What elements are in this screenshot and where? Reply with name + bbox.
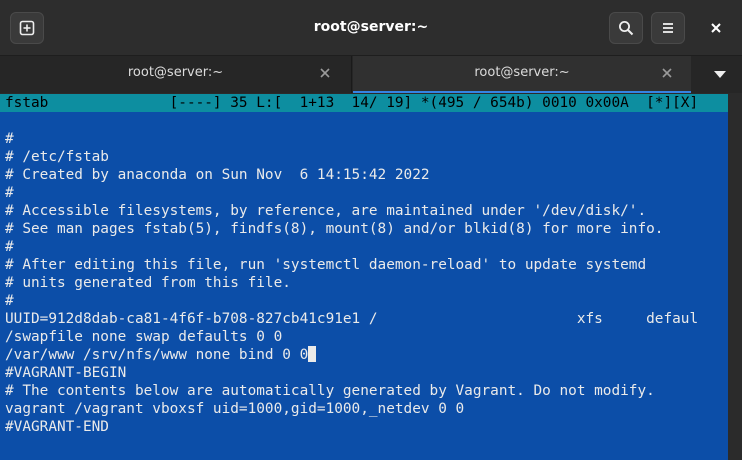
- editor-line: /swapfile none swap defaults 0 0: [5, 329, 283, 345]
- editor-line: # After editing this file, run 'systemct…: [5, 257, 647, 273]
- new-tab-button[interactable]: [10, 12, 44, 44]
- editor-line: # Accessible filesystems, by reference, …: [5, 203, 647, 219]
- close-icon: [320, 68, 330, 78]
- editor-line: #: [5, 239, 14, 255]
- status-text: fstab [----] 35 L:[ 1+13 14/ 19] *(495 /…: [5, 95, 699, 111]
- editor-line: UUID=912d8dab-ca81-4f6f-b708-827cb41c91e…: [5, 311, 699, 327]
- editor-line-text: /var/www /srv/nfs/www none bind 0 0: [5, 347, 309, 363]
- search-button[interactable]: [609, 12, 643, 44]
- tab-close-button[interactable]: [658, 64, 676, 82]
- editor-line-current: /var/www /srv/nfs/www none bind 0 0: [5, 346, 317, 364]
- editor-line: # The contents below are automatically g…: [5, 383, 655, 399]
- tab-bar: root@server:~ root@server:~: [0, 56, 742, 93]
- close-icon: [711, 23, 721, 33]
- editor-line: vagrant /vagrant vboxsf uid=1000,gid=100…: [5, 401, 465, 417]
- terminal-window: root@server:~ root@server:~ root@server:…: [0, 0, 742, 460]
- editor-line: # /etc/fstab: [5, 149, 109, 165]
- close-window-button[interactable]: [699, 12, 733, 44]
- editor-line: # Created by anaconda on Sun Nov 6 14:15…: [5, 167, 430, 183]
- header-bar: root@server:~: [0, 0, 742, 56]
- editor-line: #: [5, 131, 14, 147]
- editor-line: #VAGRANT-END: [5, 419, 109, 435]
- tab-1[interactable]: root@server:~: [0, 56, 352, 93]
- tab-list-menu-button[interactable]: [698, 56, 742, 93]
- tab-label: root@server:~: [127, 65, 224, 80]
- chevron-down-icon: [714, 70, 726, 78]
- search-icon: [619, 21, 634, 36]
- editor-line: #VAGRANT-BEGIN: [5, 365, 127, 381]
- tab-label: root@server:~: [474, 65, 570, 80]
- editor-line: #: [5, 293, 14, 309]
- hamburger-menu-icon: [663, 23, 673, 33]
- terminal-scrollbar[interactable]: [728, 94, 742, 460]
- text-cursor: [308, 346, 317, 362]
- editor-line: #: [5, 185, 14, 201]
- editor-line: # See man pages fstab(5), findfs(8), mou…: [5, 221, 664, 237]
- close-icon: [662, 68, 672, 78]
- editor-status-bar: fstab [----] 35 L:[ 1+13 14/ 19] *(495 /…: [0, 94, 728, 112]
- tab-2-active[interactable]: root@server:~: [353, 56, 691, 93]
- editor-line: # units generated from this file.: [5, 275, 291, 291]
- menu-button[interactable]: [651, 12, 685, 44]
- tab-close-button[interactable]: [316, 64, 334, 82]
- new-tab-icon: [19, 20, 35, 36]
- terminal-view[interactable]: fstab [----] 35 L:[ 1+13 14/ 19] *(495 /…: [0, 94, 728, 460]
